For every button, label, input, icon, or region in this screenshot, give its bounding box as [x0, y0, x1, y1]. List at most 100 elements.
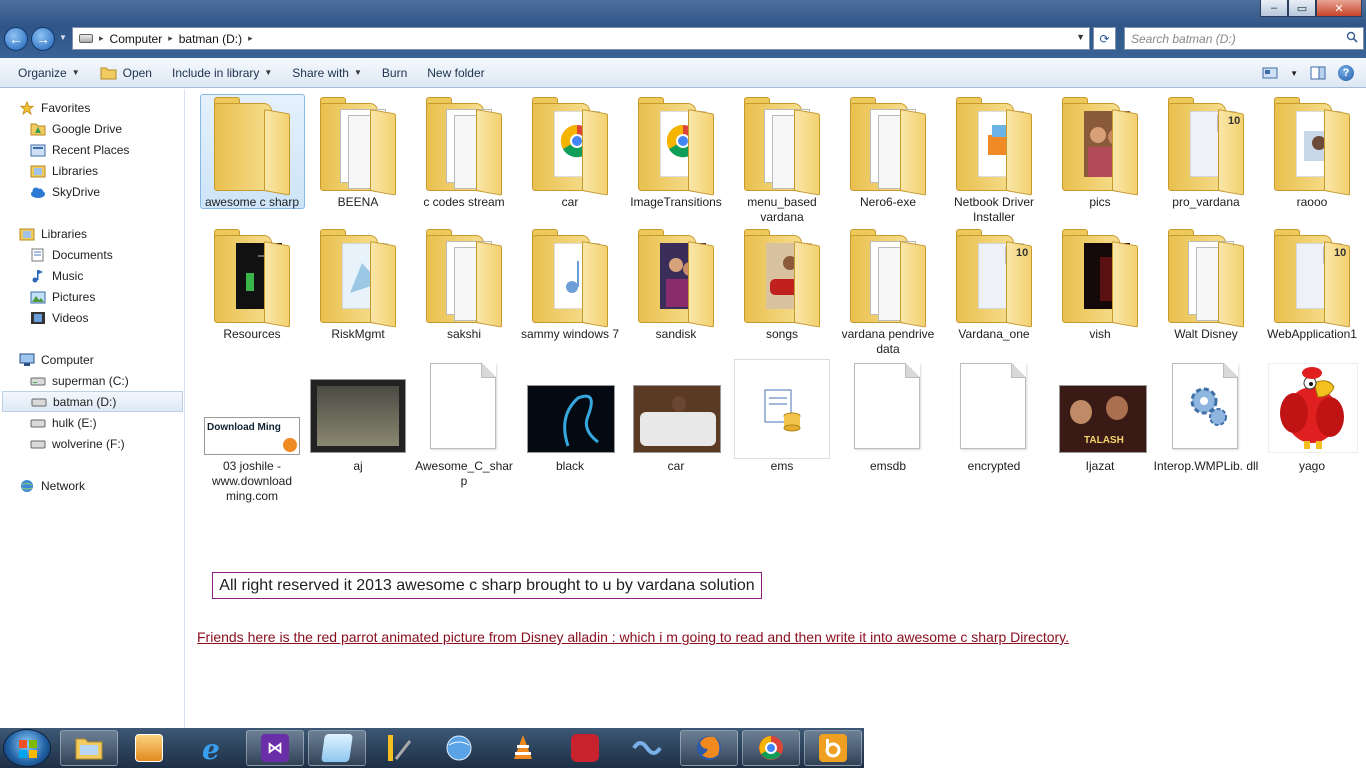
folder-item[interactable]: 10 Vardana_one — [941, 227, 1047, 342]
folder-item[interactable]: sakshi — [411, 227, 517, 342]
sidebar-item-google-drive[interactable]: Google Drive — [0, 118, 185, 139]
sidebar-item-wolverine-f[interactable]: wolverine (F:) — [0, 433, 185, 454]
sidebar-item-pictures[interactable]: Pictures — [0, 286, 185, 307]
sidebar-network[interactable]: Network — [0, 475, 185, 496]
folder-icon — [30, 123, 46, 135]
folder-item[interactable]: sandisk — [623, 227, 729, 342]
taskbar-network[interactable] — [430, 730, 488, 766]
breadcrumb-computer[interactable]: Computer — [110, 32, 163, 46]
start-button[interactable] — [3, 729, 51, 767]
file-item[interactable]: Interop.WMPLib. dll — [1153, 359, 1259, 474]
view-options-icon[interactable] — [1262, 67, 1278, 79]
folder-item[interactable]: car — [517, 95, 623, 210]
folder-item[interactable]: ImageTransitions — [623, 95, 729, 210]
sidebar-item-hulk-e[interactable]: hulk (E:) — [0, 412, 185, 433]
file-item[interactable]: ems — [729, 359, 835, 474]
folder-item[interactable]: vish — [1047, 227, 1153, 342]
taskbar-notes[interactable] — [308, 730, 366, 766]
app-icon — [571, 734, 599, 762]
open-button[interactable]: Open — [90, 58, 162, 87]
folder-item[interactable]: menu_based vardana — [729, 95, 835, 225]
description-link[interactable]: Friends here is the red parrot animated … — [197, 629, 1187, 645]
sidebar-item-documents[interactable]: Documents — [0, 244, 185, 265]
chevron-down-icon[interactable]: ▼ — [1290, 69, 1298, 78]
folder-item[interactable]: songs — [729, 227, 835, 342]
folder-item[interactable]: Resources — [199, 227, 305, 342]
item-label: Interop.WMPLib. dll — [1153, 459, 1259, 473]
chevron-right-icon[interactable]: ▸ — [248, 33, 253, 44]
taskbar-internet-explorer[interactable]: e — [184, 730, 242, 766]
folder-item[interactable]: RiskMgmt — [305, 227, 411, 342]
file-item[interactable]: Download Ming 03 joshile - www.download … — [199, 359, 305, 504]
taskbar-vlc[interactable] — [494, 730, 552, 766]
close-button[interactable]: ✕ — [1316, 0, 1362, 17]
sidebar-item-music[interactable]: Music — [0, 265, 185, 286]
folder-item[interactable]: BEENA — [305, 95, 411, 210]
folder-item[interactable]: Netbook Driver Installer — [941, 95, 1047, 225]
sidebar-item-libraries-fav[interactable]: Libraries — [0, 160, 185, 181]
include-in-library-button[interactable]: Include in library ▼ — [162, 58, 282, 87]
taskbar-firefox[interactable] — [680, 730, 738, 766]
search-input[interactable]: Search batman (D:) — [1124, 27, 1364, 50]
file-item[interactable]: yago — [1259, 359, 1365, 474]
file-item[interactable]: aj — [305, 359, 411, 474]
minimize-button[interactable]: – — [1260, 0, 1288, 17]
sidebar-item-batman-d[interactable]: batman (D:) — [2, 391, 183, 412]
arrow-right-icon: → — [36, 31, 50, 47]
folder-item[interactable]: awesome c sharp — [199, 95, 305, 210]
folder-item[interactable]: 10 pro_vardana — [1153, 95, 1259, 210]
taskbar-bing[interactable] — [804, 730, 862, 766]
forward-button[interactable]: → — [31, 27, 55, 51]
item-label: Ijazat — [1085, 459, 1115, 473]
folder-item[interactable]: vardana pendrive data — [835, 227, 941, 357]
burn-button[interactable]: Burn — [372, 58, 417, 87]
taskbar-media-player[interactable] — [120, 730, 178, 766]
taskbar-app-red[interactable] — [556, 730, 614, 766]
help-button[interactable]: ? — [1338, 65, 1354, 81]
file-item[interactable]: Awesome_C_shar p — [411, 359, 517, 489]
back-button[interactable]: ← — [4, 27, 28, 51]
address-bar[interactable]: ▸ Computer ▸ batman (D:) ▸ ▼ — [72, 27, 1090, 50]
folder-item[interactable]: sammy windows 7 — [517, 227, 623, 342]
sidebar-libraries[interactable]: Libraries — [0, 223, 185, 244]
breadcrumb-batman[interactable]: batman (D:) — [179, 32, 242, 46]
sidebar-item-recent-places[interactable]: Recent Places — [0, 139, 185, 160]
sidebar-item-superman-c[interactable]: superman (C:) — [0, 370, 185, 391]
file-item[interactable]: TALASH Ijazat — [1047, 359, 1153, 474]
file-item[interactable]: encrypted — [941, 359, 1047, 474]
taskbar-tools[interactable] — [370, 730, 428, 766]
new-folder-button[interactable]: New folder — [417, 58, 494, 87]
version-badge: 10 — [1016, 247, 1029, 259]
organize-button[interactable]: Organize ▼ — [0, 58, 90, 87]
folder-item[interactable]: Nero6-exe — [835, 95, 941, 210]
taskbar-chrome[interactable] — [742, 730, 800, 766]
folder-item[interactable]: c codes stream — [411, 95, 517, 210]
libraries-group: Libraries Documents Music Pictures Video… — [0, 223, 185, 328]
maximize-button[interactable]: ▭ — [1288, 0, 1316, 17]
sidebar-item-skydrive[interactable]: SkyDrive — [0, 181, 185, 202]
share-with-button[interactable]: Share with ▼ — [282, 58, 372, 87]
chevron-down-icon[interactable]: ▼ — [1076, 32, 1085, 42]
sidebar-computer[interactable]: Computer — [0, 349, 185, 370]
taskbar-app-infinity[interactable] — [618, 730, 676, 766]
taskbar-explorer[interactable] — [60, 730, 118, 766]
folder-icon — [310, 95, 406, 196]
taskbar-visual-studio[interactable]: ⋈ — [246, 730, 304, 766]
folder-item[interactable]: Walt Disney — [1153, 227, 1259, 342]
folder-item[interactable]: pics — [1047, 95, 1153, 210]
search-placeholder: Search batman (D:) — [1131, 32, 1236, 46]
file-item[interactable]: emsdb — [835, 359, 941, 474]
folder-item[interactable]: raooo — [1259, 95, 1365, 210]
drive-icon — [31, 398, 47, 406]
recent-pages-dropdown[interactable]: ▼ — [59, 33, 67, 42]
chevron-right-icon[interactable]: ▸ — [168, 33, 173, 44]
sidebar-item-videos[interactable]: Videos — [0, 307, 185, 328]
file-item[interactable]: black — [517, 359, 623, 474]
refresh-button[interactable]: ⟳ — [1093, 27, 1116, 50]
sidebar-favorites[interactable]: Favorites — [0, 97, 185, 118]
chevron-right-icon[interactable]: ▸ — [99, 33, 104, 44]
folder-item[interactable]: 10 WebApplication1 — [1259, 227, 1365, 342]
preview-pane-icon[interactable] — [1310, 66, 1326, 80]
item-label: Walt Disney — [1174, 327, 1238, 341]
file-item[interactable]: car — [623, 359, 729, 474]
